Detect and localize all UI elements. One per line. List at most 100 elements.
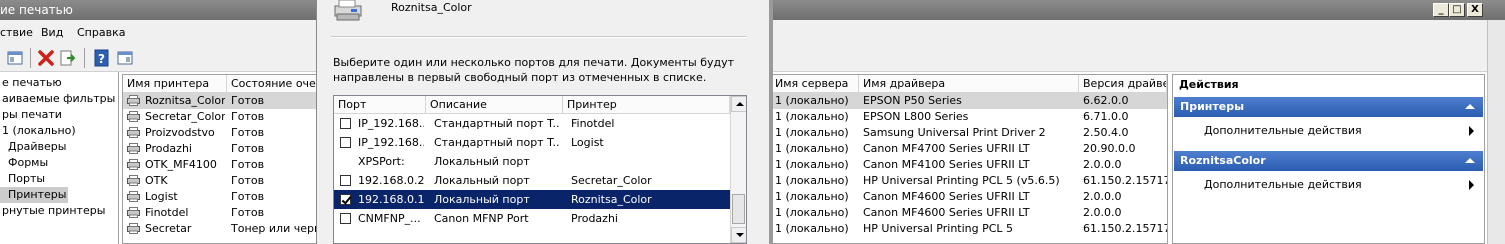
show-action-pane-button[interactable]	[115, 48, 135, 68]
col-header-printer-name[interactable]: Имя принтера	[123, 75, 227, 93]
arrow-up-icon	[736, 102, 744, 106]
cell-driver-name: HP Universal Printing PCL 5 (v5.6.5)	[863, 174, 1060, 187]
cell-queue-status: Готов	[231, 190, 265, 203]
minimize-button[interactable]: _	[1433, 3, 1449, 17]
cell-printer-name: OTK	[145, 174, 168, 187]
cell-printer: Finotdel	[571, 117, 615, 130]
tree-item-printers[interactable]: Принтеры	[0, 187, 69, 203]
submenu-arrow-icon	[1469, 126, 1474, 136]
cell-printer-name: Logist	[145, 190, 178, 203]
port-row[interactable]: 192.168.0.1... Локальный порт Roznitsa_Col…	[334, 190, 730, 209]
cell-queue-status: Готов	[231, 206, 265, 219]
tree-item-deployed-printers[interactable]: рнутые принтеры	[2, 203, 105, 219]
cell-printer-name: OTK_MF4100	[145, 158, 217, 171]
port-checkbox[interactable]	[340, 213, 351, 224]
actions-section-title: RoznitsaColor	[1180, 154, 1266, 167]
export-button[interactable]	[58, 48, 78, 68]
cell-description: Локальный порт	[434, 174, 530, 187]
maximize-button[interactable]: □	[1449, 3, 1465, 17]
printer-icon	[127, 143, 140, 154]
cell-description: Canon MFNP Port	[434, 212, 529, 225]
printer-icon	[127, 159, 140, 170]
cell-queue-status: Готов	[231, 126, 265, 139]
collapse-icon	[1465, 104, 1475, 109]
printer-icon	[127, 223, 140, 234]
cell-queue-status: Готов	[231, 174, 265, 187]
col-header-queue-status[interactable]: Состояние оче	[227, 75, 323, 93]
tree-item-print-servers[interactable]: ры печати	[2, 107, 62, 123]
cell-server-name: 1 (локально)	[775, 206, 849, 219]
collapse-icon	[1465, 158, 1475, 163]
col-header-driver-name[interactable]: Имя драйвера	[859, 75, 1079, 93]
tree-item-local-server[interactable]: 1 (локально)	[2, 123, 76, 139]
tree-item-ports[interactable]: Порты	[8, 171, 45, 187]
cell-driver-version: 2.50.4.0	[1083, 126, 1129, 139]
printer-icon	[334, 0, 362, 21]
delete-button[interactable]	[36, 48, 56, 68]
cell-server-name: 1 (локально)	[775, 142, 849, 155]
cell-port: XPSPort:	[358, 155, 405, 168]
close-button[interactable]: X	[1467, 3, 1483, 17]
actions-section-roznitsacolor[interactable]: RoznitsaColor	[1174, 151, 1483, 171]
scroll-up-button[interactable]	[731, 96, 746, 112]
port-checkbox[interactable]	[340, 137, 351, 148]
port-row[interactable]: XPSPort: Локальный порт	[334, 152, 730, 171]
port-checkbox[interactable]	[340, 118, 351, 129]
cell-server-name: 1 (локально)	[775, 222, 849, 235]
help-button[interactable]: ?	[92, 48, 112, 68]
more-actions-link[interactable]: Дополнительные действия	[1204, 178, 1362, 191]
col-header-server-name[interactable]: Имя сервера	[771, 75, 859, 93]
printer-icon	[127, 175, 140, 186]
cell-driver-version: 2.0.0.0	[1083, 190, 1122, 203]
cell-port: 192.168.0.20	[358, 174, 424, 187]
window-scrollbar[interactable]	[1487, 20, 1505, 244]
cell-driver-version: 2.0.0.0	[1083, 158, 1122, 171]
cell-port: IP_192.168....	[358, 136, 424, 149]
col-header-driver-version[interactable]: Версия драйвер	[1079, 75, 1167, 93]
cell-driver-name: Canon MF4600 Series UFRII LT	[863, 206, 1030, 219]
tree-item-forms[interactable]: Формы	[8, 155, 48, 171]
col-header-printer[interactable]: Принтер	[563, 96, 730, 114]
port-checkbox[interactable]	[340, 194, 351, 205]
delete-x-icon	[38, 50, 54, 66]
submenu-arrow-icon	[1469, 180, 1474, 190]
port-row[interactable]: IP_192.168.... Стандартный порт T... Logis…	[334, 133, 730, 152]
cell-driver-name: EPSON P50 Series	[863, 94, 962, 107]
menu-help[interactable]: Справка	[77, 26, 125, 39]
more-actions-link[interactable]: Дополнительные действия	[1204, 124, 1362, 137]
actions-pane: Действия Принтеры Дополнительные действи…	[1172, 74, 1485, 244]
window-title: ие печатью	[0, 3, 73, 17]
col-header-description[interactable]: Описание	[426, 96, 563, 114]
scroll-down-button[interactable]	[731, 227, 746, 243]
cell-server-name: 1 (локально)	[775, 190, 849, 203]
cell-port: CNMFNP_...	[358, 212, 421, 225]
cell-printer-name: Prodazhi	[145, 142, 192, 155]
tree-item-drivers[interactable]: Драйверы	[8, 139, 66, 155]
actions-section-printers[interactable]: Принтеры	[1174, 97, 1483, 117]
cell-queue-status: Готов	[231, 110, 265, 123]
menu-action[interactable]: ствие	[0, 26, 33, 39]
tree-item-custom-filters[interactable]: аиваемые фильтры	[2, 91, 115, 107]
ports-scrollbar[interactable]	[730, 96, 746, 243]
show-hide-tree-button[interactable]	[5, 48, 25, 68]
port-checkbox[interactable]	[340, 175, 351, 186]
col-header-port[interactable]: Порт	[334, 96, 426, 114]
cell-driver-name: EPSON L800 Series	[863, 110, 969, 123]
port-row[interactable]: IP_192.168.... Стандартный порт T... Finot…	[334, 114, 730, 133]
actions-header: Действия	[1179, 78, 1239, 91]
cell-server-name: 1 (локально)	[775, 158, 849, 171]
tree-item-print-management[interactable]: е печатью	[2, 75, 62, 91]
cell-description: Локальный порт	[434, 193, 530, 206]
scroll-thumb[interactable]	[732, 194, 745, 224]
cell-driver-name: Canon MF4600 Series UFRII LT	[863, 190, 1030, 203]
cell-server-name: 1 (локально)	[775, 110, 849, 123]
port-row[interactable]: CNMFNP_... Canon MFNP Port Prodazhi	[334, 209, 730, 228]
cell-driver-version: 6.71.0.0	[1083, 110, 1129, 123]
toolbar-separator	[84, 48, 85, 68]
cell-driver-version: 6.62.0.0	[1083, 94, 1129, 107]
menu-view[interactable]: Вид	[41, 26, 63, 39]
port-row[interactable]: 192.168.0.20 Локальный порт Secretar_Color	[334, 171, 730, 190]
cell-printer: Prodazhi	[571, 212, 618, 225]
cell-driver-version: 61.150.2.15717	[1083, 174, 1167, 187]
printer-icon	[127, 207, 140, 218]
